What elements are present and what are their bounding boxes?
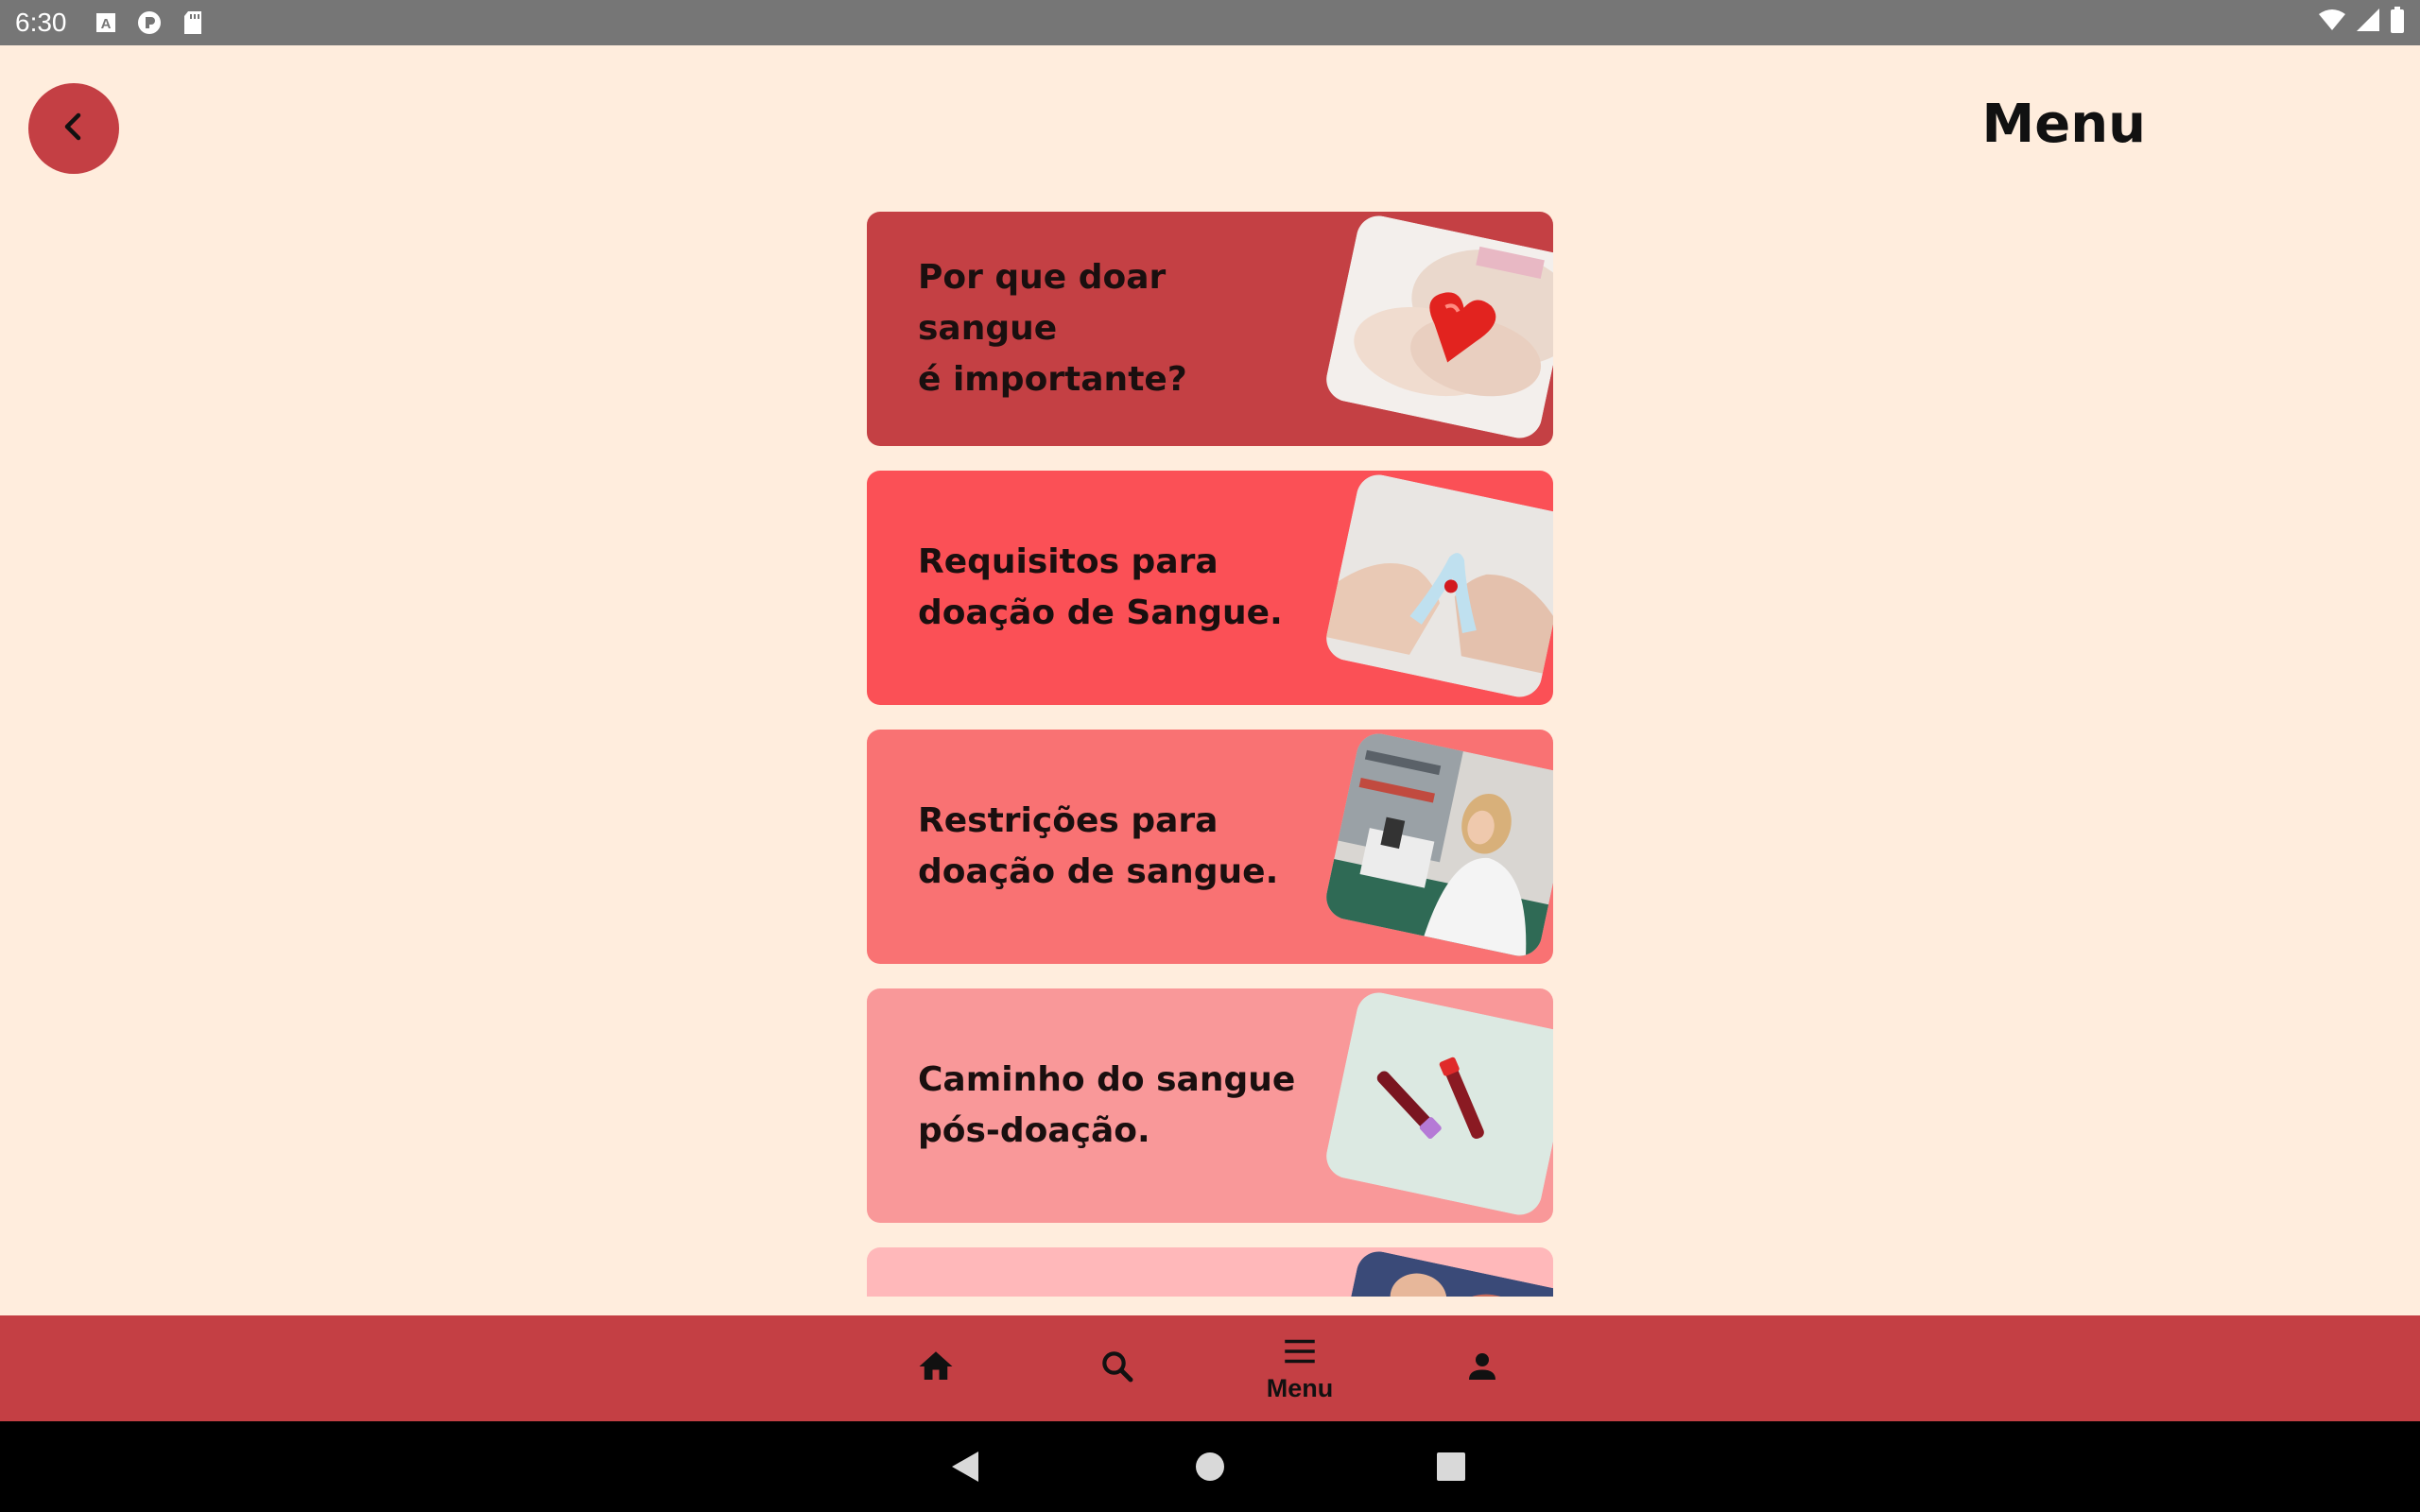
card-requirements[interactable]: Requisitos para doação de Sangue. [867,471,1553,705]
menu-card-list[interactable]: Por que doar sangue é importante? Requis… [867,212,1553,1297]
nav-search[interactable] [1051,1315,1184,1421]
lab-technician-microscope-image [1322,730,1553,960]
chevron-left-icon [55,108,93,149]
card-blood-path[interactable]: Caminho do sangue pós-doação. [867,988,1553,1223]
nav-profile[interactable] [1416,1315,1548,1421]
wifi-icon [2318,8,2346,38]
back-button[interactable] [28,83,119,174]
signal-icon [2356,8,2380,39]
card-label [918,1247,1296,1297]
person-icon [1462,1347,1502,1390]
svg-text:A: A [100,16,111,32]
home-circle-icon[interactable] [1182,1438,1238,1495]
nav-home[interactable] [870,1315,1002,1421]
card-why-donate[interactable]: Por que doar sangue é importante? [867,212,1553,446]
hands-holding-heart-image [1322,212,1553,442]
system-navigation-bar [0,1421,2420,1512]
search-icon [1098,1347,1137,1390]
nav-menu-label: Menu [1266,1373,1334,1402]
battery-icon [2390,6,2405,40]
page-title: Menu [1981,94,2146,155]
back-triangle-icon[interactable] [938,1438,994,1495]
hands-holding-ribbon-image [1322,471,1553,701]
card-more[interactable] [867,1247,1553,1297]
podcast-icon [137,10,162,35]
home-icon [916,1347,956,1390]
card-label: Por que doar sangue é importante? [918,258,1187,399]
people-photo-image [1322,1247,1553,1297]
recents-square-icon[interactable] [1423,1438,1479,1495]
card-restrictions[interactable]: Restrições para doação de sangue. [867,730,1553,964]
menu-icon [1280,1334,1320,1372]
sd-card-icon [181,10,205,35]
card-label: Requisitos para doação de Sangue. [918,542,1283,632]
font-icon: A [94,10,118,35]
bottom-navigation: Menu [0,1315,2420,1421]
status-bar: 6:30 A [0,0,2420,45]
blood-sample-tubes-image [1322,988,1553,1219]
card-label: Caminho do sangue pós-doação. [918,1060,1296,1150]
nav-menu[interactable]: Menu [1234,1315,1366,1421]
card-label: Restrições para doação de sangue. [918,801,1279,891]
status-time: 6:30 [15,8,67,37]
